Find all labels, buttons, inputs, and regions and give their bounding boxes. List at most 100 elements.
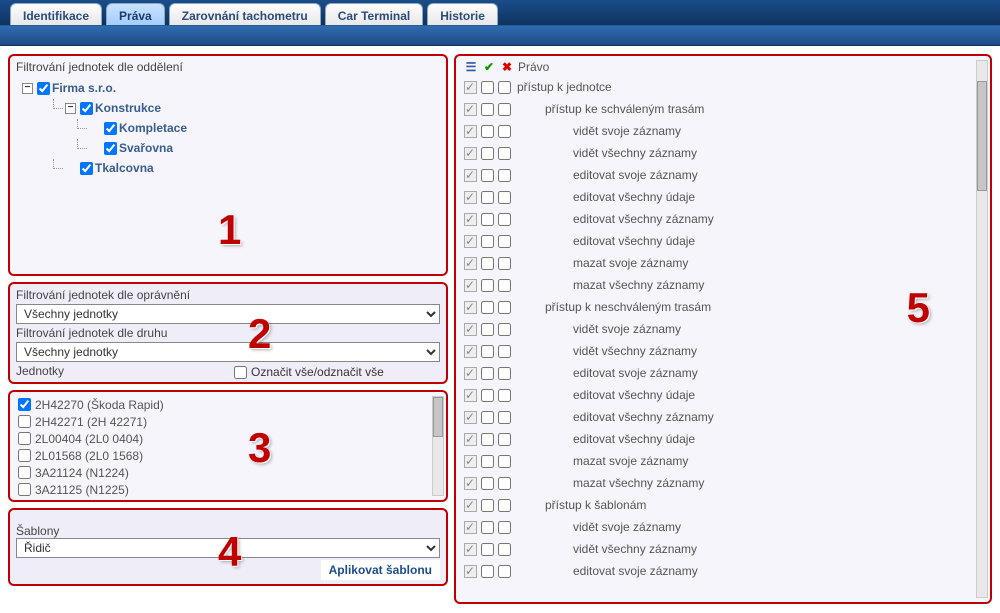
tree-checkbox[interactable] (80, 102, 93, 115)
tree-node[interactable]: −Firma s.r.o. (18, 78, 440, 98)
right-checkbox-allow[interactable] (481, 323, 494, 336)
right-checkbox-deny[interactable] (498, 125, 511, 138)
unit-checkbox[interactable] (18, 398, 31, 411)
expander-icon[interactable]: − (22, 83, 33, 94)
right-checkbox-allow[interactable] (481, 169, 494, 182)
right-checkbox-deny[interactable] (498, 81, 511, 94)
tree-node[interactable]: Tkalcovna (18, 158, 440, 178)
right-checkbox-deny[interactable] (498, 191, 511, 204)
x-icon[interactable]: ✖ (500, 60, 514, 74)
right-row: vidět všechny záznamy (464, 142, 974, 164)
right-checkbox-deny[interactable] (498, 235, 511, 248)
right-label: přístup k jednotce (517, 80, 612, 94)
right-checkbox-allow[interactable] (481, 565, 494, 578)
right-checkbox-deny[interactable] (498, 433, 511, 446)
mark-all-checkbox[interactable] (234, 366, 247, 379)
right-checkbox-allow[interactable] (481, 345, 494, 358)
right-checkbox-readonly (464, 235, 477, 248)
right-checkbox-deny[interactable] (498, 565, 511, 578)
right-checkbox-allow[interactable] (481, 521, 494, 534)
right-checkbox-allow[interactable] (481, 257, 494, 270)
tab-carterminal[interactable]: Car Terminal (325, 3, 423, 25)
rights-list: přístup k jednotcepřístup ke schváleným … (460, 76, 974, 600)
right-checkbox-allow[interactable] (481, 543, 494, 556)
tab-identifikace[interactable]: Identifikace (10, 3, 102, 25)
right-checkbox-allow[interactable] (481, 125, 494, 138)
right-checkbox-readonly (464, 411, 477, 424)
right-checkbox-readonly (464, 323, 477, 336)
unit-checkbox[interactable] (18, 466, 31, 479)
tab-prava[interactable]: Práva (106, 3, 165, 25)
right-checkbox-deny[interactable] (498, 367, 511, 380)
right-checkbox-deny[interactable] (498, 169, 511, 182)
units-scrollbar[interactable] (432, 396, 444, 496)
tree-node[interactable]: Kompletace (18, 118, 440, 138)
right-checkbox-allow[interactable] (481, 191, 494, 204)
right-checkbox-deny[interactable] (498, 103, 511, 116)
right-checkbox-allow[interactable] (481, 411, 494, 424)
right-row: vidět svoje záznamy (464, 516, 974, 538)
right-label: vidět svoje záznamy (517, 124, 681, 138)
unit-row[interactable]: 2H42271 (2H 42271) (16, 413, 430, 430)
right-checkbox-deny[interactable] (498, 345, 511, 358)
right-checkbox-allow[interactable] (481, 433, 494, 446)
unit-row[interactable]: 2H42270 (Škoda Rapid) (16, 396, 430, 413)
right-checkbox-readonly (464, 169, 477, 182)
right-checkbox-deny[interactable] (498, 477, 511, 490)
right-checkbox-allow[interactable] (481, 213, 494, 226)
right-checkbox-readonly (464, 125, 477, 138)
right-checkbox-allow[interactable] (481, 147, 494, 160)
right-checkbox-allow[interactable] (481, 455, 494, 468)
apply-template-button[interactable]: Aplikovat šablonu (321, 560, 440, 580)
tree-node[interactable]: Svařovna (18, 138, 440, 158)
filter-permission-select[interactable]: Všechny jednotky (16, 304, 440, 324)
right-row: mazat svoje záznamy (464, 450, 974, 472)
right-checkbox-deny[interactable] (498, 411, 511, 424)
filter-kind-select[interactable]: Všechny jednotky (16, 342, 440, 362)
expander-icon[interactable]: − (65, 103, 76, 114)
right-checkbox-deny[interactable] (498, 521, 511, 534)
right-checkbox-deny[interactable] (498, 499, 511, 512)
check-icon[interactable]: ✔ (482, 60, 496, 74)
right-checkbox-deny[interactable] (498, 323, 511, 336)
right-checkbox-allow[interactable] (481, 477, 494, 490)
right-checkbox-allow[interactable] (481, 103, 494, 116)
right-checkbox-deny[interactable] (498, 213, 511, 226)
right-checkbox-deny[interactable] (498, 257, 511, 270)
unit-row[interactable]: 2L01568 (2L0 1568) (16, 447, 430, 464)
right-checkbox-allow[interactable] (481, 389, 494, 402)
right-checkbox-allow[interactable] (481, 301, 494, 314)
right-checkbox-deny[interactable] (498, 389, 511, 402)
tree-checkbox[interactable] (104, 122, 117, 135)
right-checkbox-deny[interactable] (498, 147, 511, 160)
right-checkbox-allow[interactable] (481, 367, 494, 380)
tree-checkbox[interactable] (104, 142, 117, 155)
tree-checkbox[interactable] (80, 162, 93, 175)
tab-zarovnani[interactable]: Zarovnání tachometru (169, 3, 321, 25)
templates-select[interactable]: Řidič (16, 538, 440, 558)
rights-scrollbar[interactable] (976, 60, 988, 598)
right-checkbox-deny[interactable] (498, 543, 511, 556)
unit-checkbox[interactable] (18, 432, 31, 445)
right-row: přístup k šablonám (464, 494, 974, 516)
right-checkbox-allow[interactable] (481, 279, 494, 292)
right-checkbox-allow[interactable] (481, 499, 494, 512)
right-checkbox-deny[interactable] (498, 279, 511, 292)
unit-checkbox[interactable] (18, 483, 31, 496)
unit-checkbox[interactable] (18, 449, 31, 462)
tab-historie[interactable]: Historie (427, 3, 498, 25)
templates-label: Šablony (16, 524, 59, 538)
right-checkbox-deny[interactable] (498, 301, 511, 314)
right-row: přístup k jednotce (464, 76, 974, 98)
unit-row[interactable]: 3A21125 (N1225) (16, 481, 430, 498)
unit-row[interactable]: 2L00404 (2L0 0404) (16, 430, 430, 447)
right-checkbox-deny[interactable] (498, 455, 511, 468)
tree-checkbox[interactable] (37, 82, 50, 95)
right-checkbox-allow[interactable] (481, 81, 494, 94)
tree-node[interactable]: −Konstrukce (18, 98, 440, 118)
unit-row[interactable]: 3A21124 (N1224) (16, 464, 430, 481)
unit-checkbox[interactable] (18, 415, 31, 428)
panel-numeral-1: 1 (218, 206, 241, 254)
right-checkbox-allow[interactable] (481, 235, 494, 248)
right-checkbox-readonly (464, 257, 477, 270)
